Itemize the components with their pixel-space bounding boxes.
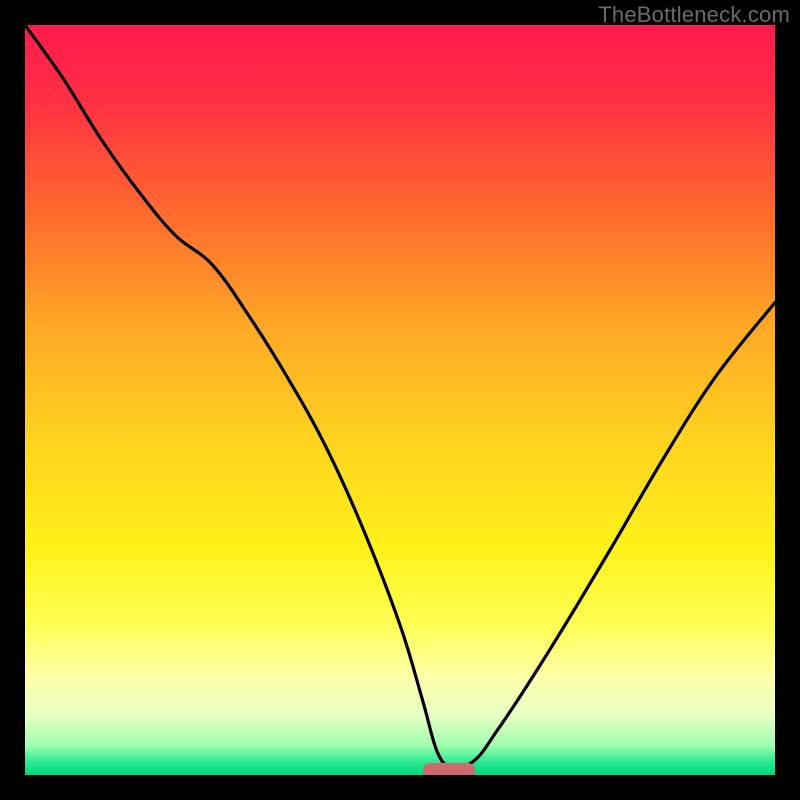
bottleneck-curve <box>25 25 775 775</box>
outer-frame: TheBottleneck.com <box>0 0 800 800</box>
optimal-range-marker <box>423 763 476 775</box>
plot-area <box>25 25 775 775</box>
watermark-text: TheBottleneck.com <box>598 2 790 28</box>
